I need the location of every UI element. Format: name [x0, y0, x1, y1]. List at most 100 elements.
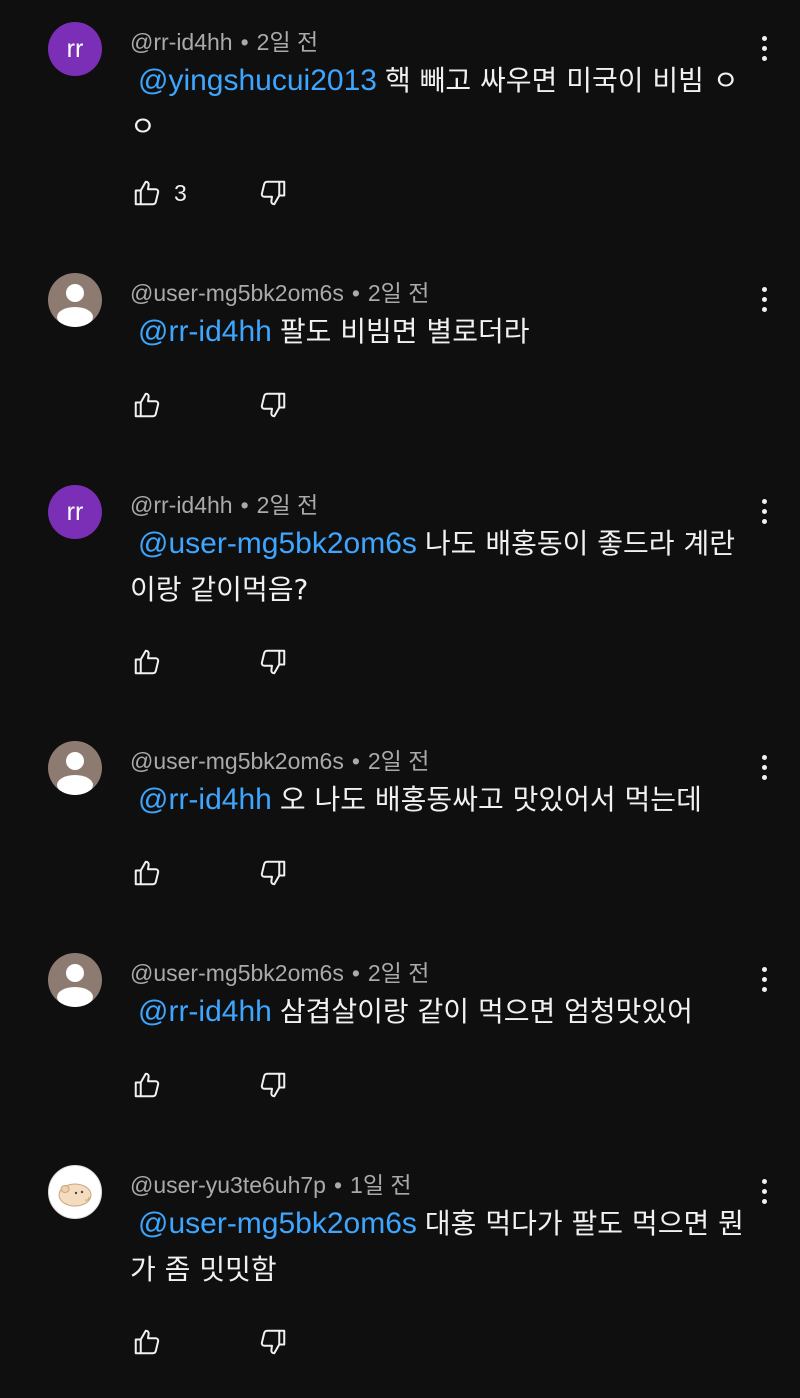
- comment-text: @rr-id4hh 삼겹살이랑 같이 먹으면 엄청맛있어: [130, 989, 760, 1035]
- thumb-down-icon: [260, 392, 286, 418]
- more-options-button[interactable]: [748, 491, 780, 531]
- dislike-button[interactable]: [256, 856, 290, 890]
- comment-text: @yingshucui2013 핵 빼고 싸우면 미국이 비빔 ㅇㅇ: [130, 58, 760, 150]
- dislike-button[interactable]: [256, 176, 290, 210]
- more-options-button[interactable]: [748, 28, 780, 68]
- thumb-down-icon: [260, 649, 286, 675]
- separator-dot: •: [240, 492, 249, 518]
- hamster-icon: [58, 1183, 92, 1207]
- more-vert-icon-dot: [761, 1188, 767, 1194]
- comment-time[interactable]: 2일 전: [368, 280, 430, 306]
- mention-link[interactable]: @rr-id4hh: [138, 783, 272, 816]
- more-vert-icon-dot: [761, 286, 767, 292]
- separator-dot: •: [351, 748, 360, 774]
- like-button[interactable]: [130, 856, 164, 890]
- dislike-button[interactable]: [256, 388, 290, 422]
- like-button[interactable]: [130, 645, 164, 679]
- comment-time[interactable]: 2일 전: [368, 748, 430, 774]
- thumb-down-icon: [260, 180, 286, 206]
- comment-body: 삼겹살이랑 같이 먹으면 엄청맛있어: [279, 995, 693, 1028]
- like-count: 3: [174, 179, 187, 206]
- more-vert-icon-dot: [761, 45, 767, 51]
- more-vert-icon-dot: [761, 966, 767, 972]
- default-avatar-icon: [57, 964, 93, 1007]
- author-name[interactable]: @user-mg5bk2om6s: [130, 748, 344, 774]
- more-options-button[interactable]: [748, 747, 780, 787]
- comment-actions: [130, 856, 290, 890]
- mention-link[interactable]: @user-mg5bk2om6s: [138, 1207, 417, 1240]
- comment-time[interactable]: 2일 전: [257, 492, 319, 518]
- more-options-button[interactable]: [748, 959, 780, 999]
- avatar-initials: rr: [66, 34, 84, 63]
- author-name[interactable]: @rr-id4hh: [130, 492, 233, 518]
- more-vert-icon-dot: [761, 986, 767, 992]
- comment-header: @rr-id4hh • 2일 전: [130, 486, 318, 520]
- comment-header: @user-mg5bk2om6s • 2일 전: [130, 274, 429, 308]
- thumb-up-icon: [134, 1072, 160, 1098]
- comment-body: 오 나도 배홍동싸고 맛있어서 먹는데: [279, 783, 702, 816]
- dislike-button[interactable]: [256, 1325, 290, 1359]
- comment-header: @user-mg5bk2om6s • 2일 전: [130, 742, 429, 776]
- comment-actions: [130, 388, 290, 422]
- comment-time[interactable]: 1일 전: [350, 1172, 412, 1198]
- more-vert-icon-dot: [761, 508, 767, 514]
- comment-time[interactable]: 2일 전: [257, 29, 319, 55]
- avatar-initials: rr: [66, 497, 84, 526]
- comment-text: @rr-id4hh 오 나도 배홍동싸고 맛있어서 먹는데: [130, 777, 760, 823]
- thumb-up-icon: [134, 180, 160, 206]
- author-name[interactable]: @user-mg5bk2om6s: [130, 960, 344, 986]
- thumb-down-icon: [260, 1072, 286, 1098]
- separator-dot: •: [240, 29, 249, 55]
- author-name[interactable]: @user-yu3te6uh7p: [130, 1172, 326, 1198]
- dislike-button[interactable]: [256, 645, 290, 679]
- more-vert-icon-dot: [761, 518, 767, 524]
- comment-header: @user-yu3te6uh7p • 1일 전: [130, 1166, 412, 1200]
- thumb-up-icon: [134, 860, 160, 886]
- thumb-up-icon: [134, 392, 160, 418]
- more-vert-icon-dot: [761, 754, 767, 760]
- like-button[interactable]: [130, 388, 164, 422]
- more-vert-icon-dot: [761, 35, 767, 41]
- comment-actions: 3: [130, 176, 290, 210]
- more-vert-icon-dot: [761, 1198, 767, 1204]
- more-options-button[interactable]: [748, 1171, 780, 1211]
- author-name[interactable]: @rr-id4hh: [130, 29, 233, 55]
- comment-time[interactable]: 2일 전: [368, 960, 430, 986]
- mention-link[interactable]: @user-mg5bk2om6s: [138, 527, 417, 560]
- avatar[interactable]: [48, 741, 102, 795]
- thumb-down-icon: [260, 1329, 286, 1355]
- default-avatar-icon: [57, 752, 93, 795]
- more-vert-icon-dot: [761, 296, 767, 302]
- avatar[interactable]: rr: [48, 485, 102, 539]
- like-button[interactable]: [130, 1325, 164, 1359]
- author-name[interactable]: @user-mg5bk2om6s: [130, 280, 344, 306]
- comment-text: @user-mg5bk2om6s 나도 배홍동이 좋드라 계란이랑 같이먹음?: [130, 521, 760, 613]
- avatar[interactable]: [48, 953, 102, 1007]
- thumb-up-icon: [134, 1329, 160, 1355]
- more-vert-icon-dot: [761, 764, 767, 770]
- comment-body: 팔도 비빔면 별로더라: [279, 315, 530, 348]
- like-button[interactable]: [130, 1068, 164, 1102]
- more-vert-icon-dot: [761, 1178, 767, 1184]
- comment-actions: [130, 645, 290, 679]
- dislike-button[interactable]: [256, 1068, 290, 1102]
- more-vert-icon-dot: [761, 976, 767, 982]
- comment-text: @rr-id4hh 팔도 비빔면 별로더라: [130, 309, 760, 355]
- mention-link[interactable]: @yingshucui2013: [138, 64, 377, 97]
- avatar[interactable]: [48, 273, 102, 327]
- mention-link[interactable]: @rr-id4hh: [138, 315, 272, 348]
- comment-actions: [130, 1068, 290, 1102]
- default-avatar-icon: [57, 284, 93, 327]
- thumb-up-icon: [134, 649, 160, 675]
- like-button[interactable]: [130, 176, 164, 210]
- more-vert-icon-dot: [761, 498, 767, 504]
- mention-link[interactable]: @rr-id4hh: [138, 995, 272, 1028]
- comment-text: @user-mg5bk2om6s 대홍 먹다가 팔도 먹으면 뭔가 좀 밋밋함: [130, 1201, 760, 1293]
- more-vert-icon-dot: [761, 55, 767, 61]
- separator-dot: •: [351, 280, 360, 306]
- avatar[interactable]: [48, 1165, 102, 1219]
- more-vert-icon-dot: [761, 306, 767, 312]
- more-options-button[interactable]: [748, 279, 780, 319]
- separator-dot: •: [351, 960, 360, 986]
- avatar[interactable]: rr: [48, 22, 102, 76]
